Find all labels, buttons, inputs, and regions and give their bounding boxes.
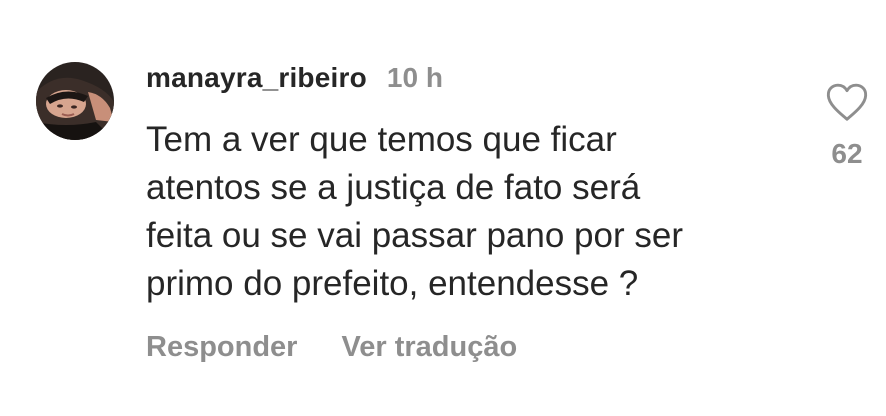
comment-text: Tem a ver que temos que ficar atentos se… — [146, 116, 766, 308]
comment-item: manayra_ribeiro 10 h Tem a ver que temos… — [0, 0, 886, 416]
see-translation-button[interactable]: Ver tradução — [341, 331, 517, 364]
timestamp: 10 h — [386, 62, 443, 93]
like-count: 62 — [831, 138, 863, 169]
comment-meta: manayra_ribeiro 10 h — [146, 62, 786, 102]
username-link[interactable]: manayra_ribeiro — [146, 62, 367, 94]
comment-actions: Responder Ver tradução — [146, 331, 786, 364]
comment-text-line: atentos se a justiça de fato será — [146, 168, 641, 207]
comment-body: manayra_ribeiro 10 h Tem a ver que temos… — [146, 62, 786, 364]
comment-text-line: feita ou se vai passar pano por ser — [146, 216, 683, 255]
heart-outline-icon[interactable] — [825, 82, 869, 122]
reply-button[interactable]: Responder — [146, 331, 297, 364]
comment-text-line: primo do prefeito, entendesse ? — [146, 264, 639, 303]
avatar[interactable] — [36, 62, 114, 140]
comment-text-line: Tem a ver que temos que ficar — [146, 120, 617, 159]
avatar-image — [36, 62, 114, 140]
like-section: 62 — [824, 82, 870, 170]
